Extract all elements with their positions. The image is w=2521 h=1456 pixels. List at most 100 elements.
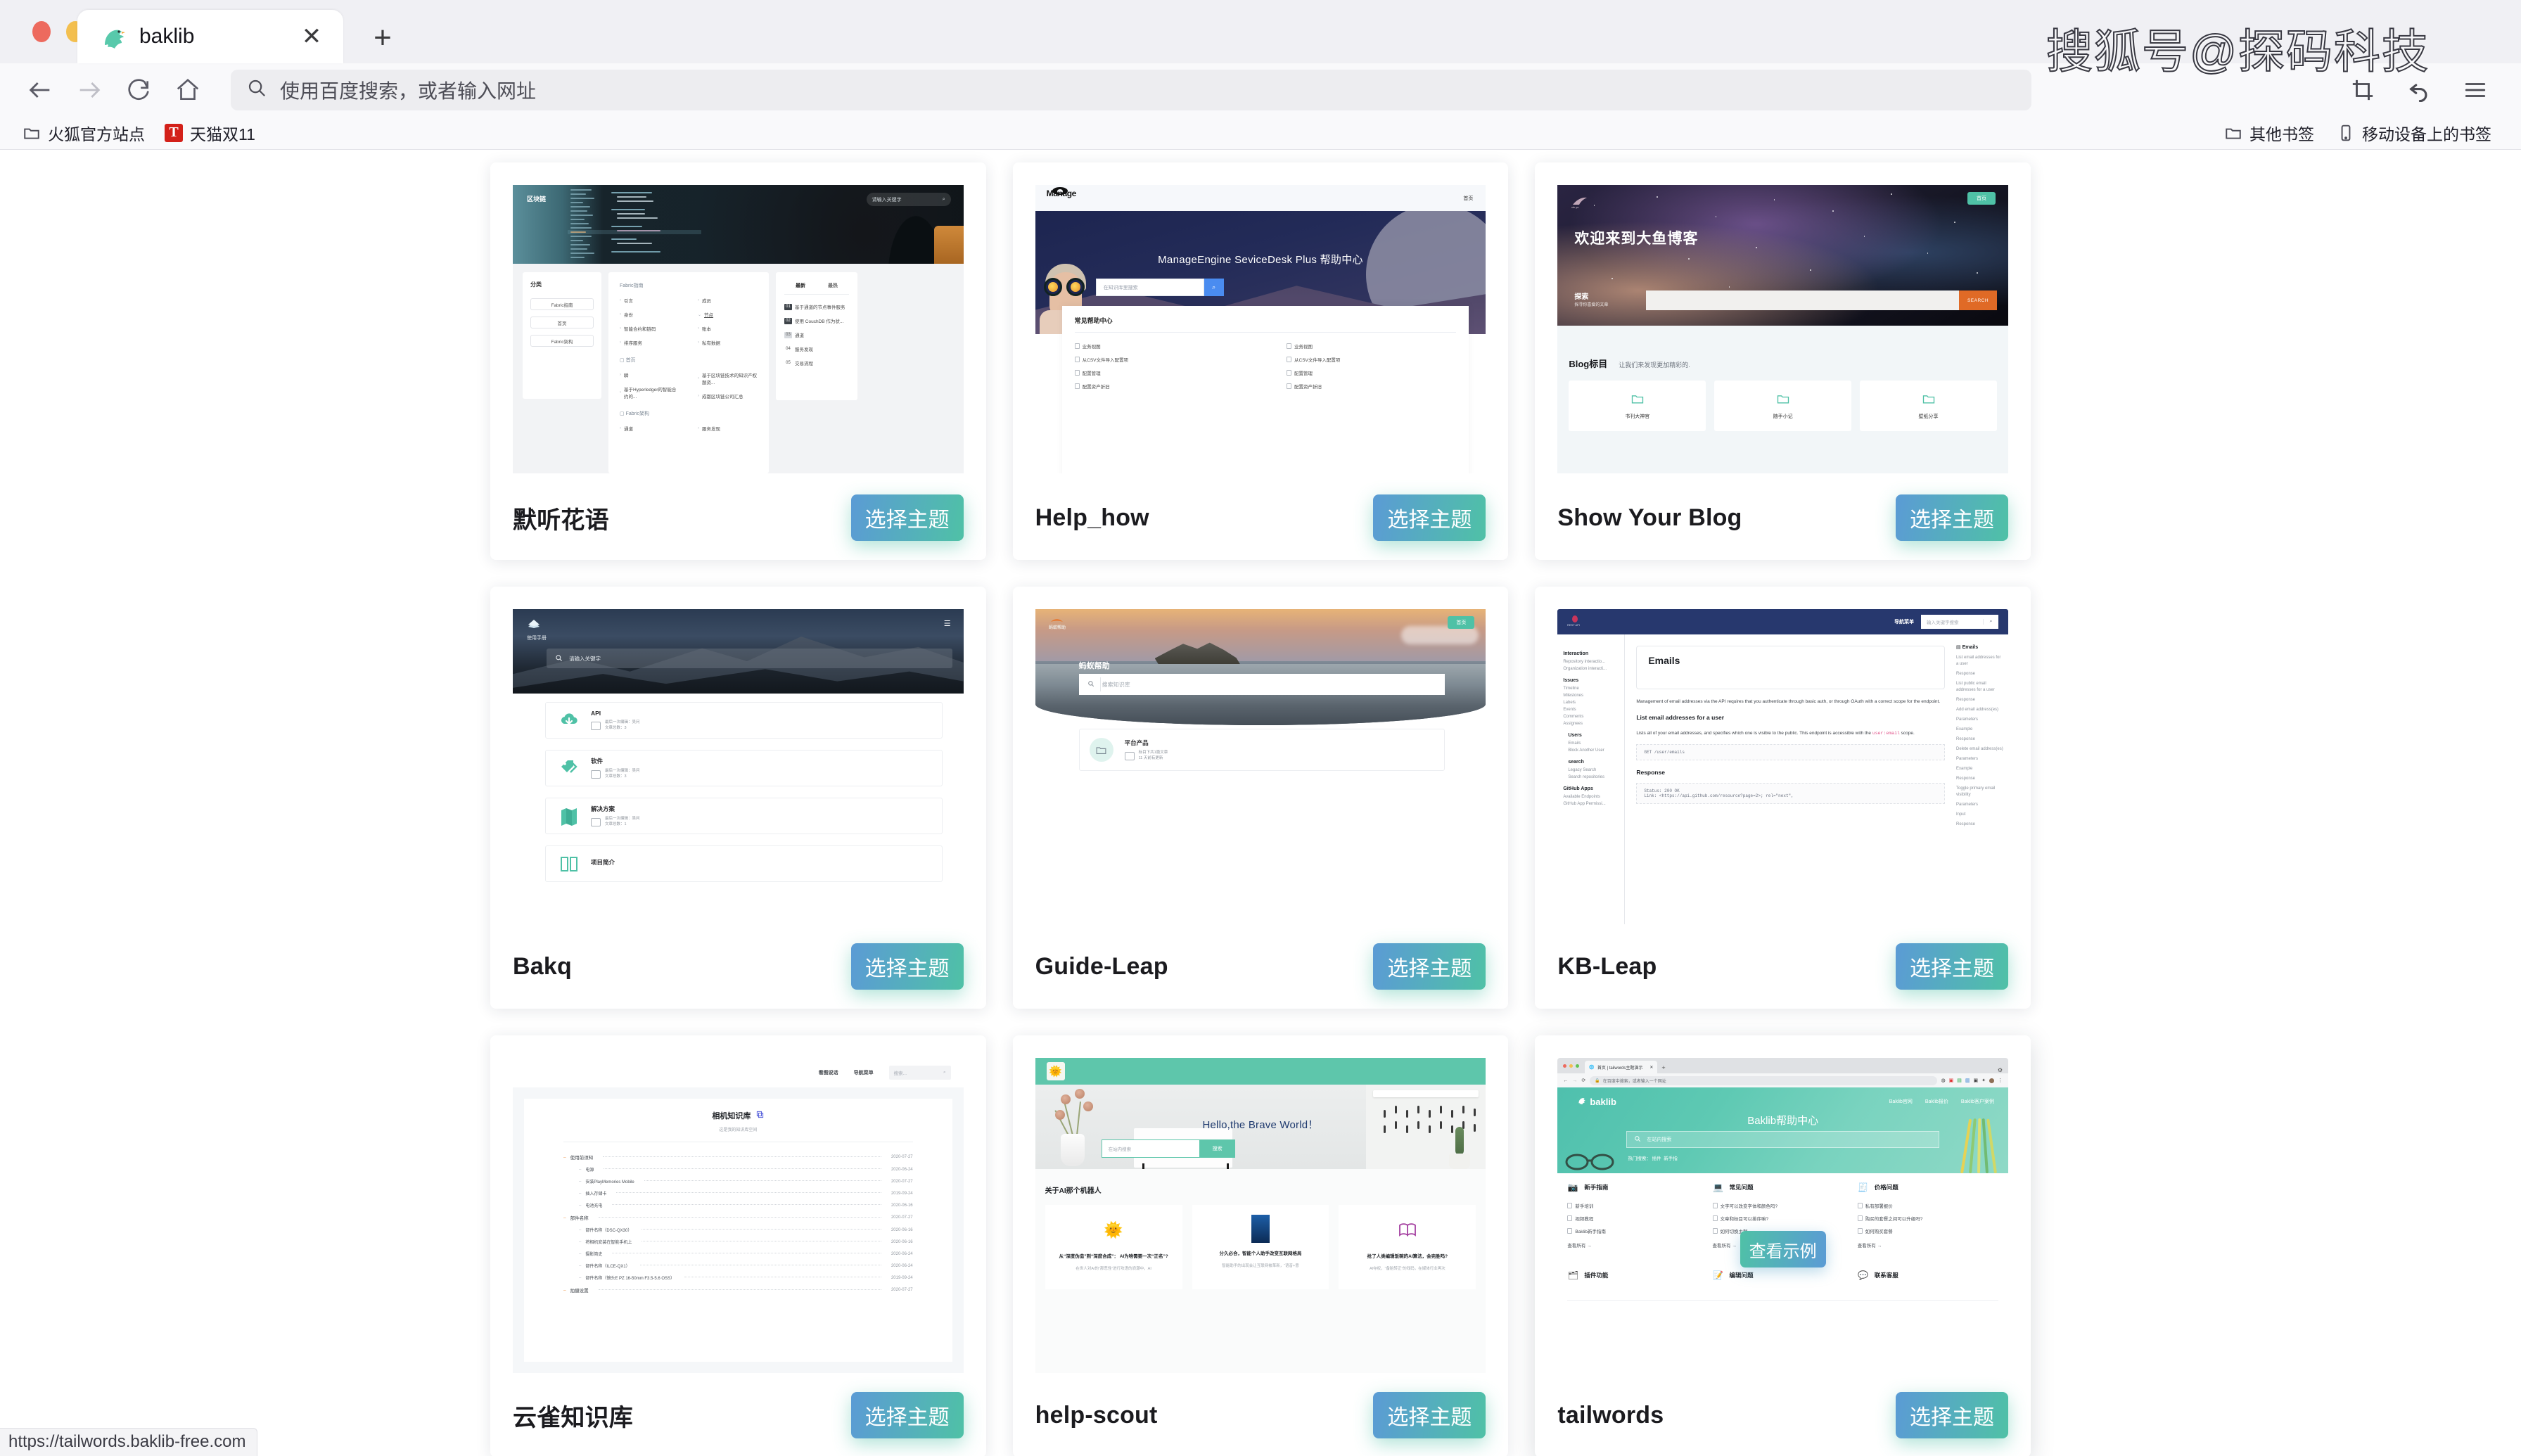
bookmark-mobile-bookmarks[interactable]: 移动设备上的书签 [2327, 118, 2501, 148]
preview-hero-title: ManageEngine SeviceDesk Plus 帮助中心 [1035, 252, 1486, 267]
preview-sidebar-item: Events [1563, 708, 1624, 712]
close-tab-button[interactable]: ✕ [297, 22, 326, 51]
menu-icon[interactable] [2455, 70, 2496, 110]
undo-icon[interactable] [2399, 70, 2439, 110]
preview-paragraph: Management of email addresses via the AP… [1636, 698, 1945, 705]
preview-article-title: 从“深度伪造”到“深度合成”： AI为啥需要一次“正名”? [1059, 1253, 1168, 1260]
preview-search-box: 在站内搜索 [1626, 1131, 1939, 1148]
glasses-decoration [1563, 1144, 1618, 1172]
theme-card[interactable]: 看图说话 导航菜单 搜索... ⌕ 相机知识库 [490, 1035, 986, 1456]
preview-search-box: 在站内搜索 搜索 [1102, 1139, 1235, 1158]
forward-button[interactable] [65, 65, 114, 115]
theme-card[interactable]: Manage 首页 ManageEngine SeviceDesk Plus 帮… [1013, 162, 1509, 560]
preview-hot-searches: 热门搜索： 插件 新手指 [1628, 1154, 1677, 1161]
home-button[interactable] [163, 65, 212, 115]
theme-card[interactable]: 蚂蚁帮助 首页 蚂蚁帮助 搜索知识库 [1013, 587, 1509, 1009]
preview-toc-item: Toggle primary email visibility [1956, 786, 2004, 798]
reload-button[interactable] [114, 65, 163, 115]
crop-icon[interactable] [2342, 70, 2383, 110]
preview-hero-title: 蚂蚁帮助 [1079, 660, 1110, 671]
tab-strip: baklib ✕ + [0, 0, 2521, 63]
pick-theme-button[interactable]: 选择主题 [1373, 1392, 1486, 1438]
preview-rank-item: 服务发现 [795, 345, 813, 352]
preview-doc-link: 节点 [704, 311, 713, 318]
theme-card[interactable]: xie yu 首页 欢迎来到大鱼博客 探索 探寻你喜爱的文章 SEARCH [1535, 162, 2031, 560]
plugin-icon: 🗂 [1567, 1270, 1578, 1281]
view-demo-button[interactable]: 查看示例 [1740, 1231, 1826, 1267]
preview-rank-item: 使用 CouchDB 作为状... [795, 317, 843, 324]
preview-article-card: 抢了人类编辑饭碗的AI算法，会完胜吗? AI夺权，“备胎转正”的戏码，在媒体行业… [1339, 1205, 1476, 1289]
preview-doc-link: 通道 [624, 425, 633, 432]
preview-camera-kb: 看图说话 导航菜单 搜索... ⌕ 相机知识库 [513, 1058, 964, 1373]
pick-theme-button[interactable]: 选择主题 [1373, 494, 1486, 541]
preview-toc-item: Example [1956, 766, 2004, 772]
preview-doc-link: 账本 [702, 325, 711, 332]
pick-theme-button[interactable]: 选择主题 [1896, 943, 2008, 990]
preview-doc-link: 配置资产折旧 [1294, 383, 1322, 390]
preview-item-meta: 文章总数：3 [605, 774, 627, 779]
preview-doc-link: 基于区块链技术的知识产权题资... [702, 371, 758, 385]
svg-text:xie yu: xie yu [1571, 205, 1578, 209]
preview-toc-item: Response [1956, 776, 2004, 782]
pick-theme-button[interactable]: 选择主题 [851, 494, 964, 541]
browser-tab[interactable]: baklib ✕ [77, 10, 343, 63]
preview-search-box: 请输入关键字 ⌕ [867, 193, 951, 206]
pick-theme-button[interactable]: 选择主题 [851, 1392, 964, 1438]
preview-row-title: 将相机安装在智能手机上 [585, 1239, 632, 1245]
preview-toc-item: Delete email address(es) [1956, 746, 2004, 753]
theme-card-footer: 默听花语 选择主题 [490, 475, 986, 560]
ant-logo-icon: 蚂蚁帮助 [1048, 616, 1075, 630]
preview-article-desc: 在世人对AI的“那恶性”进行攻语的浪潮中，AI [1076, 1266, 1151, 1272]
preview-toc-item: Parameters [1956, 717, 2004, 723]
preview-blockchain-docs: 区块链 请输入关键字 ⌕ 分类 Fabric指南 首页 Fabric [513, 185, 964, 473]
preview-hero-title: Baklib帮助中心 [1557, 1113, 2008, 1128]
gear-icon: ⚙ [1998, 1067, 2003, 1073]
close-icon: ✕ [1649, 1065, 1653, 1070]
preview-row-date: 2019-09-24 [891, 1276, 913, 1280]
bookmark-other-bookmarks[interactable]: 其他书签 [2214, 118, 2324, 148]
preview-folder-label: Fabric指南 [620, 282, 758, 289]
preview-doc-link: 成员 [702, 297, 711, 304]
close-window-button[interactable] [32, 21, 51, 42]
preview-hero-title: 欢迎来到大鱼博客 [1574, 227, 1698, 248]
preview-list-item: 项目简介 [545, 845, 943, 882]
preview-row-title: 安装PlayMemories Mobile [585, 1178, 634, 1184]
preview-category-card: 书刊大神官 [1569, 381, 1706, 431]
theme-card[interactable]: 查看示例 🌐 首页 | tailwords主题演示 ✕ + ⚙ [1535, 1035, 2031, 1456]
preview-row-title: 部件名称 [570, 1214, 589, 1221]
pick-theme-button[interactable]: 选择主题 [1373, 943, 1486, 990]
bookmark-tmall[interactable]: T 天猫双11 [155, 118, 265, 148]
preview-search-placeholder: 在知识库里搜索 [1096, 279, 1204, 296]
preview-search-placeholder: 输入关键字搜索 [1927, 618, 1959, 625]
url-address-bar[interactable]: 使用百度搜索，或者输入网址 [231, 70, 2031, 110]
pick-theme-button[interactable]: 选择主题 [1896, 494, 2008, 541]
theme-card[interactable]: REST API 导航菜单 输入关键字搜索 ⌕ Interaction [1535, 587, 2031, 1009]
preview-category-title: 常见问题 [1730, 1183, 1754, 1192]
preview-doc-link: 身份 [624, 311, 633, 318]
preview-doc-link: 私有数据 [702, 339, 720, 346]
preview-toc-item: Input [1956, 812, 2004, 818]
preview-search-box: 请输入关键字 [547, 649, 952, 668]
pick-theme-button[interactable]: 选择主题 [851, 943, 964, 990]
theme-card[interactable]: 🌞 [1013, 1035, 1509, 1456]
new-tab-button[interactable]: + [364, 20, 401, 56]
preview-row-title: 摄影简史 [585, 1251, 602, 1257]
theme-card[interactable]: 使用手册 ☰ 请输入关键字 [490, 587, 986, 1009]
theme-card[interactable]: 区块链 请输入关键字 ⌕ 分类 Fabric指南 首页 Fabric [490, 162, 986, 560]
preview-category-title: 编辑问题 [1730, 1271, 1754, 1279]
preview-category-column: 📷新手指南 新手培训 视频教程 Baklib新手指南 查看所有 → [1567, 1182, 1708, 1249]
back-button[interactable] [15, 65, 65, 115]
preview-toc-item: Response [1956, 671, 2004, 677]
price-icon: 🧾 [1858, 1182, 1869, 1193]
pick-theme-button[interactable]: 选择主题 [1896, 1392, 2008, 1438]
camera-icon: ▣ [1974, 1078, 1979, 1083]
bookmark-firefox-sites[interactable]: 火狐官方站点 [13, 118, 155, 148]
book-icon [1395, 1215, 1420, 1246]
preview-folder-label: Fabric架构 [626, 411, 649, 416]
preview-search-box: 输入关键字搜索 ⌕ [1921, 615, 1998, 629]
preview-item-meta: 最后一次编辑：吴问 [605, 720, 640, 724]
preview-item-title: 解决方案 [591, 805, 640, 813]
extension-icon: ▤ [1957, 1078, 1962, 1083]
preview-view-all: 查看所有 → [1567, 1241, 1708, 1249]
book-icon [559, 853, 580, 874]
